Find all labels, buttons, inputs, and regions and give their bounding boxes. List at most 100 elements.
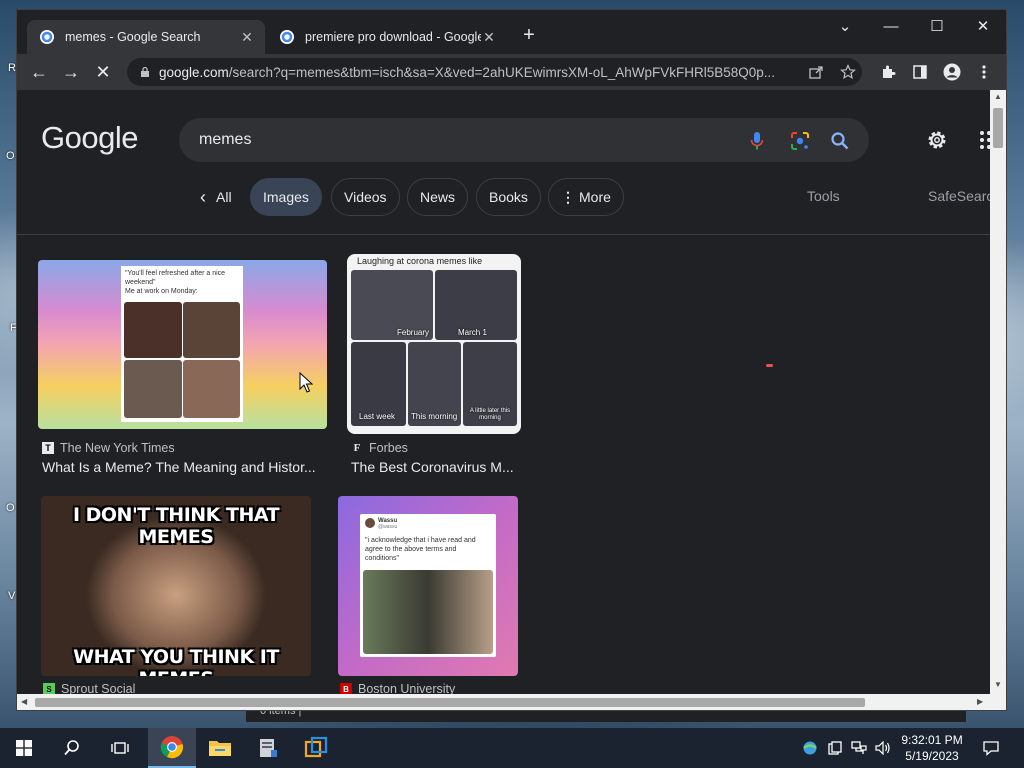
forward-button[interactable]: → bbox=[57, 58, 85, 86]
desktop-label: F bbox=[10, 322, 17, 334]
tab-memes-search[interactable]: memes - Google Search ✕ bbox=[27, 20, 265, 54]
scrollbar-thumb[interactable] bbox=[35, 698, 865, 707]
side-panel-icon[interactable] bbox=[906, 58, 934, 86]
result-source[interactable]: T The New York Times bbox=[42, 441, 175, 455]
chip-all[interactable]: ‹ All bbox=[187, 178, 245, 216]
meme-caption-bottom: WHAT YOU THINK IT MEMES bbox=[73, 646, 279, 676]
close-icon[interactable]: ✕ bbox=[481, 29, 497, 46]
chip-images[interactable]: Images bbox=[250, 178, 322, 216]
taskbar-app[interactable] bbox=[244, 728, 292, 768]
clipboard-icon[interactable] bbox=[827, 740, 843, 756]
chip-label: News bbox=[420, 189, 456, 205]
browser-menu-icon[interactable] bbox=[970, 58, 998, 86]
google-favicon-icon bbox=[40, 30, 54, 44]
loading-dot bbox=[766, 364, 773, 367]
apps-grid-icon[interactable] bbox=[979, 130, 990, 150]
result-title[interactable]: The Best Coronavirus M... bbox=[351, 459, 521, 475]
image-result[interactable]: I DON'T THINK THAT MEMES WHAT YOU THINK … bbox=[41, 496, 321, 694]
result-image[interactable]: I DON'T THINK THAT MEMES WHAT YOU THINK … bbox=[41, 496, 311, 676]
boston-university-favicon-icon: B bbox=[340, 683, 352, 694]
desktop-label: V bbox=[8, 590, 16, 602]
source-name: Boston University bbox=[358, 682, 456, 694]
result-title[interactable]: What Is a Meme? The Meaning and Histor..… bbox=[42, 459, 322, 475]
scroll-left-icon[interactable]: ◀ bbox=[21, 697, 27, 706]
photo-panel bbox=[183, 302, 240, 358]
result-image[interactable]: Laughing at corona memes like February M… bbox=[347, 254, 521, 434]
ethernet-icon[interactable] bbox=[851, 740, 867, 756]
taskbar-search-button[interactable] bbox=[48, 728, 96, 768]
close-icon[interactable]: ✕ bbox=[239, 29, 255, 46]
chip-label: All bbox=[216, 189, 232, 205]
desktop-label: R bbox=[8, 62, 16, 74]
tools-link[interactable]: Tools bbox=[807, 188, 840, 204]
profile-icon[interactable] bbox=[938, 58, 966, 86]
tab-title: premiere pro download - Google bbox=[305, 30, 481, 44]
back-button[interactable]: ← bbox=[25, 58, 53, 86]
scroll-right-icon[interactable]: ▶ bbox=[977, 697, 983, 706]
address-path: /search?q=memes&tbm=isch&sa=X&ved=2ahUKE… bbox=[228, 64, 776, 80]
maximize-button[interactable]: ☐ bbox=[914, 14, 960, 42]
chip-books[interactable]: Books bbox=[476, 178, 541, 216]
tab-search-button[interactable]: ⌄ bbox=[822, 14, 868, 42]
close-window-button[interactable]: ✕ bbox=[960, 14, 1006, 42]
google-lens-icon[interactable] bbox=[787, 128, 813, 154]
new-tab-button[interactable]: + bbox=[517, 24, 541, 48]
volume-icon[interactable] bbox=[875, 740, 891, 756]
address-bar[interactable]: google.com/search?q=memes&tbm=isch&sa=X&… bbox=[127, 58, 862, 86]
horizontal-scrollbar[interactable]: ◀ ▶ bbox=[17, 694, 1006, 710]
windows-logo-icon bbox=[16, 740, 32, 756]
tab-premiere-search[interactable]: premiere pro download - Google ✕ bbox=[267, 20, 507, 54]
result-image[interactable]: "You'll feel refreshed after a nice week… bbox=[38, 260, 327, 429]
extensions-icon[interactable] bbox=[874, 58, 902, 86]
tab-strip: memes - Google Search ✕ premiere pro dow… bbox=[17, 10, 1006, 54]
chip-news[interactable]: News bbox=[407, 178, 469, 216]
search-query: memes bbox=[199, 131, 252, 148]
tweet-handle: @wassu bbox=[378, 524, 398, 530]
chip-label: Books bbox=[489, 189, 528, 205]
image-result[interactable]: Wassu @wassu "i acknowledge that i have … bbox=[338, 496, 538, 694]
chip-label: Images bbox=[263, 189, 309, 205]
result-image[interactable]: Wassu @wassu "i acknowledge that i have … bbox=[338, 496, 518, 676]
photo-panel bbox=[183, 360, 240, 418]
google-favicon-icon bbox=[280, 30, 294, 44]
image-result[interactable]: "You'll feel refreshed after a nice week… bbox=[38, 260, 328, 480]
result-source[interactable]: S Sprout Social bbox=[43, 682, 135, 694]
taskbar-clock[interactable]: 9:32:01 PM 5/19/2023 bbox=[895, 732, 969, 764]
network-status-icon[interactable] bbox=[802, 740, 818, 756]
google-logo[interactable]: Google bbox=[41, 120, 138, 156]
minimize-button[interactable]: — bbox=[868, 14, 914, 42]
server-manager-icon bbox=[260, 739, 277, 757]
chip-videos[interactable]: Videos bbox=[331, 178, 400, 216]
taskbar-file-explorer[interactable] bbox=[196, 728, 244, 768]
bookmark-star-icon[interactable] bbox=[835, 58, 861, 86]
stop-loading-button[interactable]: ✕ bbox=[89, 58, 117, 86]
task-view-button[interactable] bbox=[96, 728, 144, 768]
image-result[interactable]: Laughing at corona memes like February M… bbox=[347, 254, 527, 480]
microphone-icon[interactable] bbox=[744, 128, 770, 154]
source-name: Sprout Social bbox=[61, 682, 136, 694]
scrollbar-thumb[interactable] bbox=[993, 108, 1003, 148]
chip-label: More bbox=[579, 189, 611, 205]
chip-more[interactable]: ⋮ More bbox=[548, 178, 624, 216]
folder-icon bbox=[209, 741, 231, 756]
meme-caption-top: I DON'T THINK THAT MEMES bbox=[72, 504, 280, 548]
image-caption-text: Laughing at corona memes like bbox=[357, 256, 483, 266]
result-source[interactable]: F Forbes bbox=[351, 441, 408, 455]
safesearch-link[interactable]: SafeSearc bbox=[928, 188, 990, 204]
notifications-icon[interactable] bbox=[983, 740, 999, 756]
taskbar-chrome[interactable] bbox=[148, 728, 196, 768]
result-source[interactable]: B Boston University bbox=[340, 682, 455, 694]
panel-label: March 1 bbox=[458, 328, 487, 337]
taskbar-app[interactable] bbox=[292, 728, 340, 768]
scroll-down-icon[interactable]: ▼ bbox=[994, 680, 1002, 689]
share-icon[interactable] bbox=[803, 58, 829, 86]
desktop-label: O bbox=[6, 502, 15, 514]
panel-label: Last week bbox=[359, 412, 396, 421]
search-icon[interactable] bbox=[827, 128, 853, 154]
scroll-up-icon[interactable]: ▲ bbox=[994, 92, 1002, 101]
task-view-icon bbox=[111, 742, 129, 754]
gear-icon[interactable] bbox=[923, 126, 951, 154]
start-button[interactable] bbox=[0, 728, 48, 768]
sprout-social-favicon-icon: S bbox=[43, 683, 55, 694]
vertical-scrollbar[interactable]: ▲ ▼ bbox=[990, 90, 1006, 694]
